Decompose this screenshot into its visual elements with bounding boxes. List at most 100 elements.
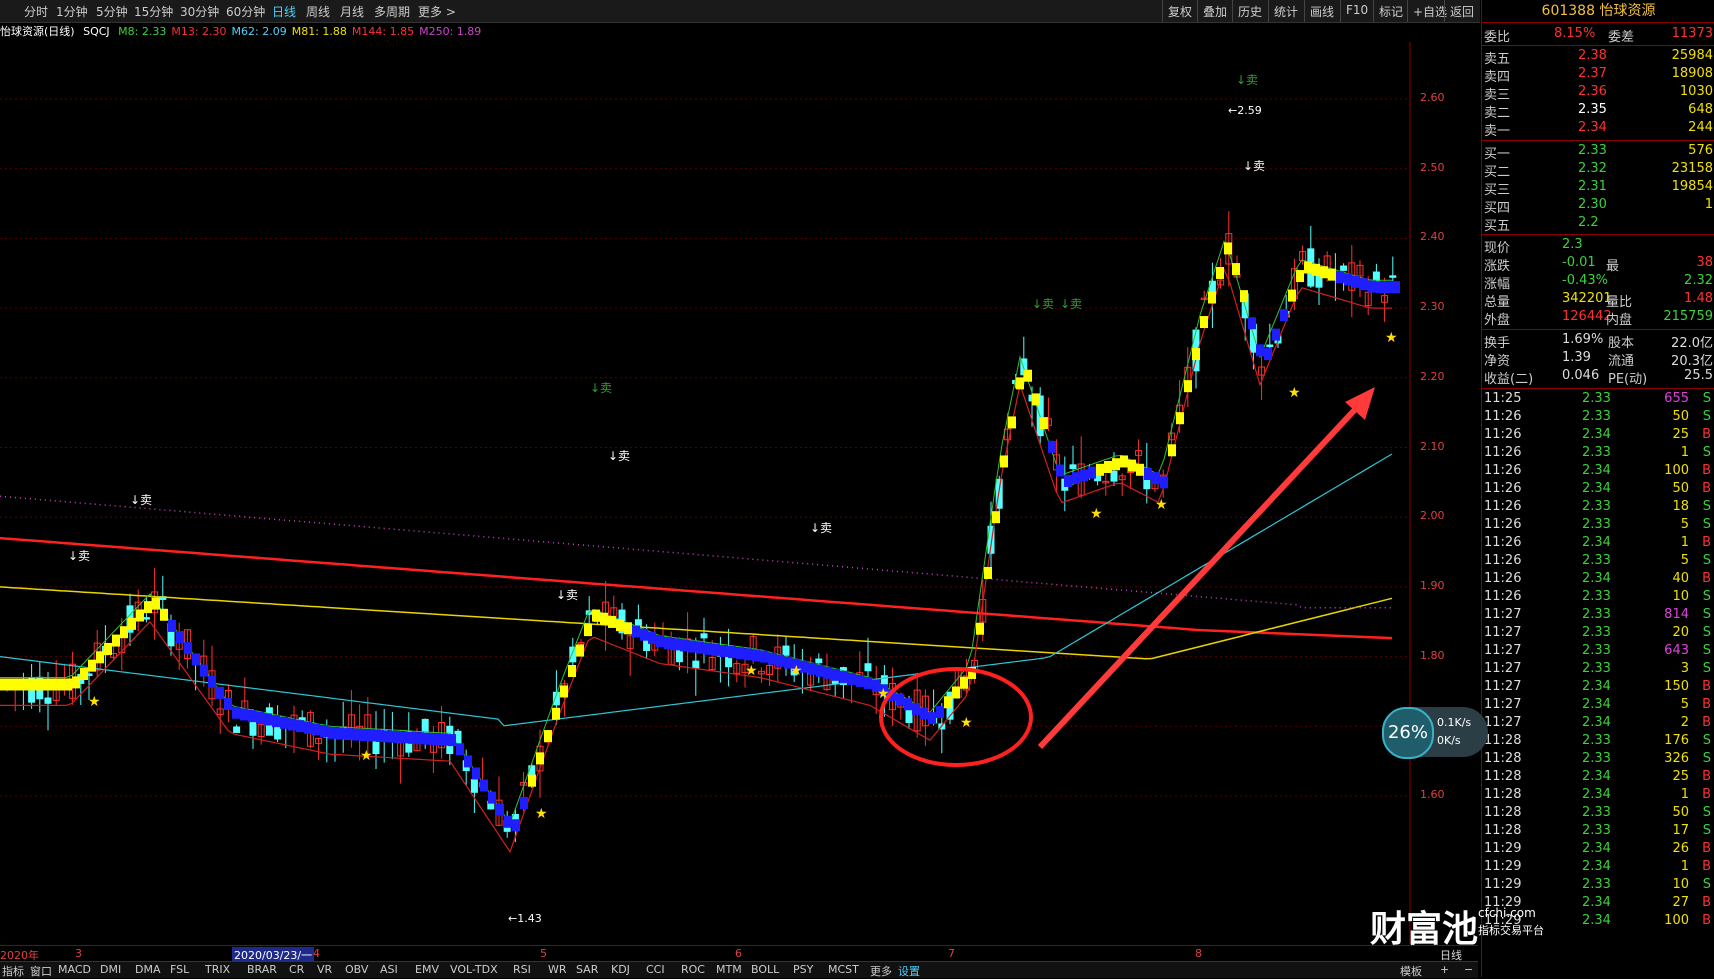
period-tab-15min[interactable]: 15分钟 xyxy=(134,3,173,20)
indicator-tab-22[interactable]: PSY xyxy=(793,963,813,976)
weicha-value: 11373 xyxy=(1671,26,1713,41)
period-tab-more[interactable]: 更多 > xyxy=(418,3,456,20)
period-tab-weekly[interactable]: 周线 xyxy=(306,3,330,20)
indicator-tab-4[interactable]: DMA xyxy=(135,963,161,976)
sqcj-band-block xyxy=(144,601,152,614)
indicator-tab-3[interactable]: DMI xyxy=(100,963,121,976)
mark-button[interactable]: 标记 xyxy=(1373,0,1408,22)
f10-button[interactable]: F10 xyxy=(1340,0,1373,22)
buy-star-icon: ★ xyxy=(1155,497,1168,513)
indicator-tab-20[interactable]: MTM xyxy=(716,963,742,976)
period-tab-1min[interactable]: 1分钟 xyxy=(56,3,88,20)
buy-star-icon: ★ xyxy=(360,748,373,764)
sell-signal-label: ↓卖 xyxy=(1060,297,1082,311)
period-tab-30min[interactable]: 30分钟 xyxy=(180,3,219,20)
tick-price: 2.33 xyxy=(1582,391,1611,406)
tick-time: 11:26 xyxy=(1484,463,1522,478)
indicator-tab-10[interactable]: OBV xyxy=(345,963,368,976)
ask-price: 2.36 xyxy=(1578,84,1607,99)
tick-side: B xyxy=(1702,715,1711,730)
indicator-tab-16[interactable]: SAR xyxy=(576,963,598,976)
indicator-tab-17[interactable]: KDJ xyxy=(611,963,630,976)
stat-row: 涨跌 -0.01 最 38 xyxy=(1482,255,1714,274)
tick-time: 11:28 xyxy=(1484,823,1522,838)
buy-star-icon: ★ xyxy=(535,806,548,822)
stat-label-2: 量比 xyxy=(1606,295,1633,310)
bid-price: 2.2 xyxy=(1578,215,1599,230)
fund-label-2: 流通 xyxy=(1608,354,1635,369)
indicator-tab-23[interactable]: MCST xyxy=(828,963,859,976)
tick-row: 11:26 2.34 50 B xyxy=(1482,481,1714,499)
indicator-tab-11[interactable]: ASI xyxy=(380,963,398,976)
ask-price: 2.34 xyxy=(1578,120,1607,135)
ask-row: 卖三 2.36 1030 xyxy=(1482,84,1714,103)
fund-label-2: 股本 xyxy=(1608,336,1635,351)
tick-side: B xyxy=(1702,697,1711,712)
tick-time: 11:26 xyxy=(1484,535,1522,550)
indicator-tab-9[interactable]: VR xyxy=(317,963,332,976)
net-speed-badge[interactable]: 26% 0.1K/s 0K/s xyxy=(1382,707,1488,759)
stats-button[interactable]: 统计 xyxy=(1268,0,1303,22)
draw-button[interactable]: 画线 xyxy=(1304,0,1339,22)
bid-row: 买三 2.31 19854 xyxy=(1482,179,1714,198)
sqcj-band-block xyxy=(440,733,448,746)
sqcj-band-block xyxy=(704,642,712,655)
back-button[interactable]: 返回 xyxy=(1444,0,1479,22)
tick-side: S xyxy=(1702,499,1711,514)
bid-volume: 23158 xyxy=(1671,161,1713,176)
overlay-button[interactable]: 叠加 xyxy=(1197,0,1232,22)
period-tab-fenshi[interactable]: 分时 xyxy=(24,3,48,20)
tick-row: 11:26 2.33 5 S xyxy=(1482,517,1714,535)
indicator-tab-5[interactable]: FSL xyxy=(170,963,189,976)
indicator-tab-12[interactable]: EMV xyxy=(415,963,439,976)
tick-price: 2.34 xyxy=(1582,769,1611,784)
indicator-tab-19[interactable]: ROC xyxy=(681,963,705,976)
period-tab-5min[interactable]: 5分钟 xyxy=(96,3,128,20)
ask-row: 卖二 2.35 648 xyxy=(1482,102,1714,121)
tick-price: 2.33 xyxy=(1582,553,1611,568)
period-tab-multi[interactable]: 多周期 xyxy=(374,3,410,20)
history-button[interactable]: 历史 xyxy=(1232,0,1267,22)
sqcj-band-block xyxy=(1368,280,1376,293)
candle-body xyxy=(782,645,790,656)
sqcj-band-block xyxy=(240,708,248,721)
sqcj-band-block xyxy=(152,597,160,610)
stat-value-2: 2.32 xyxy=(1684,273,1713,288)
indicator-tab-18[interactable]: CCI xyxy=(646,963,665,976)
price-tick: 1.80 xyxy=(1420,648,1445,662)
sqcj-band-block xyxy=(632,625,640,638)
indicator-tab-2[interactable]: MACD xyxy=(58,963,91,976)
indicator-tab-21[interactable]: BOLL xyxy=(751,963,779,976)
indicator-tab-8[interactable]: CR xyxy=(289,963,304,976)
sqcj-band-block xyxy=(1024,369,1032,382)
indicator-tab-6[interactable]: TRIX xyxy=(205,963,230,976)
period-tab-daily[interactable]: 日线 xyxy=(272,3,296,20)
indicator-tab-27[interactable]: + xyxy=(1440,963,1449,976)
tick-row: 11:29 2.34 1 B xyxy=(1482,859,1714,877)
ask-price: 2.38 xyxy=(1578,48,1607,63)
sqcj-band-block xyxy=(1272,328,1280,341)
ma8-line xyxy=(0,240,1392,826)
ma144-line xyxy=(0,536,1393,640)
indicator-tab-13[interactable]: VOL-TDX xyxy=(450,963,498,976)
fuquan-button[interactable]: 复权 xyxy=(1162,0,1197,22)
sqcj-band-block xyxy=(72,676,80,689)
tick-volume: 5 xyxy=(1680,697,1689,712)
divider xyxy=(1482,388,1714,389)
tick-row: 11:26 2.33 5 S xyxy=(1482,553,1714,571)
ask-label: 卖一 xyxy=(1484,124,1511,139)
period-tab-60min[interactable]: 60分钟 xyxy=(226,3,265,20)
tick-side: S xyxy=(1702,517,1711,532)
sqcj-band-block xyxy=(1136,463,1144,476)
candlestick-chart[interactable]: ★ ★ ★ ★ ★ ★ ★ ★ ★ ★ ★ ↓卖 ↓卖 ↓卖 ↓卖 ↓卖 ↓卖 ↓卖 ↓卖 ↓卖 ↓卖 ←2.59 ←1.4… xyxy=(0,42,1478,944)
tick-row: 11:27 2.34 150 B xyxy=(1482,679,1714,697)
tick-row: 11:28 2.34 25 B xyxy=(1482,769,1714,787)
sqcj-band-block xyxy=(1320,266,1328,279)
sqcj-band-block xyxy=(1376,281,1384,294)
indicator-tab-7[interactable]: BRAR xyxy=(247,963,277,976)
indicator-tab-28[interactable]: − xyxy=(1464,963,1473,976)
sqcj-band-block xyxy=(832,668,840,681)
period-tab-monthly[interactable]: 月线 xyxy=(340,3,364,20)
indicator-tab-15[interactable]: WR xyxy=(548,963,567,976)
indicator-tab-14[interactable]: RSI xyxy=(513,963,531,976)
